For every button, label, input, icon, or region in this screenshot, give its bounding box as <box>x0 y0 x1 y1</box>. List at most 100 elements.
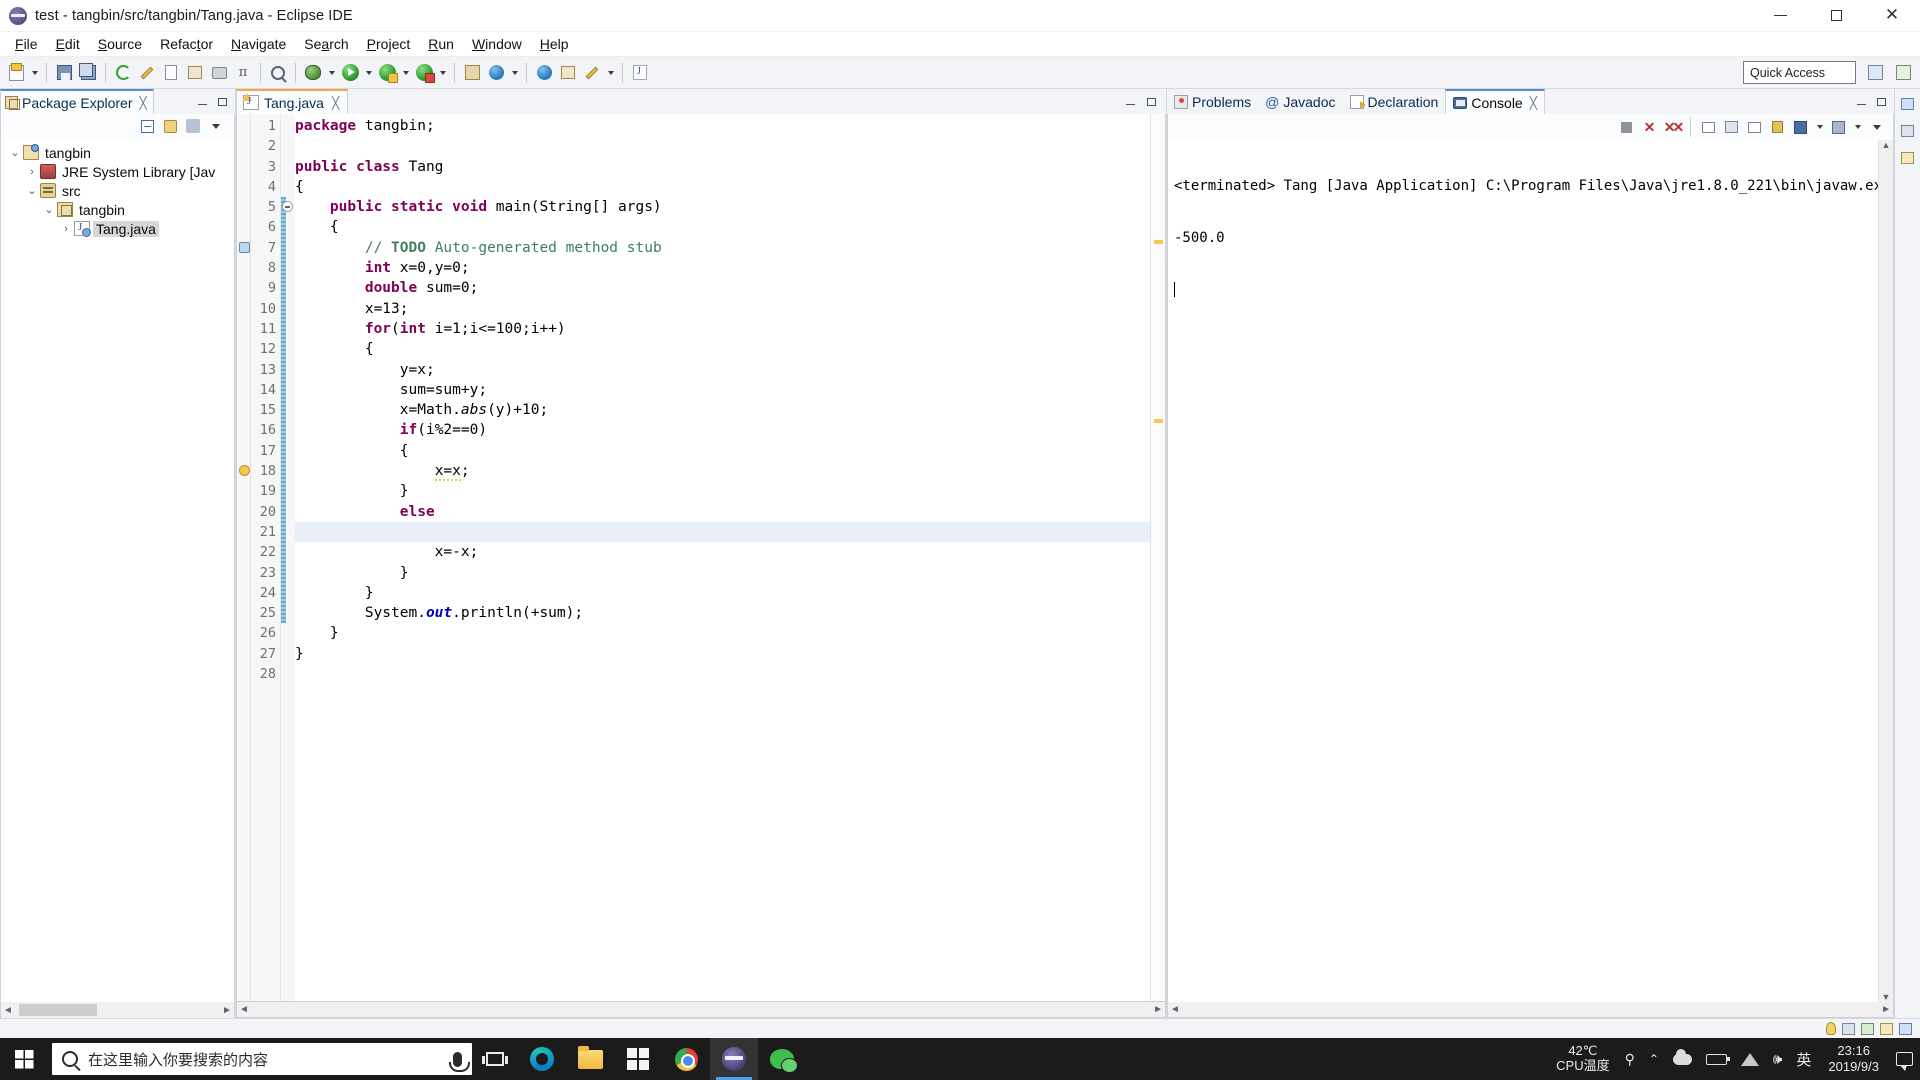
new-wizard-dropdown[interactable] <box>28 61 41 85</box>
code-line[interactable]: } <box>295 563 1150 583</box>
code-line[interactable]: { <box>295 339 1150 359</box>
skip-breakpoints-button[interactable] <box>266 61 290 85</box>
menu-search[interactable]: Search <box>295 34 357 54</box>
code-line[interactable]: } <box>295 644 1150 664</box>
code-line[interactable]: package tangbin; <box>295 116 1150 136</box>
code-line[interactable]: System.out.println(+sum); <box>295 603 1150 623</box>
chrome-taskbar-button[interactable] <box>662 1038 710 1080</box>
start-button[interactable] <box>0 1038 48 1080</box>
menu-navigate[interactable]: Navigate <box>222 34 295 54</box>
code-line[interactable]: { <box>295 177 1150 197</box>
console-scroll-up-icon[interactable]: ▲ <box>1882 140 1891 150</box>
display-selected-console-button[interactable] <box>1790 117 1811 138</box>
run-button[interactable] <box>338 61 362 85</box>
network-tray-button[interactable] <box>1734 1038 1766 1080</box>
save-all-button[interactable] <box>76 61 100 85</box>
code-line[interactable]: else <box>295 502 1150 522</box>
menu-help[interactable]: Help <box>531 34 578 54</box>
menu-project[interactable]: Project <box>358 34 420 54</box>
build-all-button[interactable] <box>111 61 135 85</box>
tab-javadoc[interactable]: @ Javadoc <box>1258 89 1342 114</box>
code-line[interactable]: x=13; <box>295 299 1150 319</box>
new-java-package-button[interactable] <box>484 61 508 85</box>
fold-collapse-icon[interactable] <box>282 201 293 213</box>
onedrive-tray-button[interactable] <box>1666 1038 1699 1080</box>
console-scroll-left-icon[interactable]: ◄ <box>1170 1004 1180 1015</box>
editor-folding-column[interactable] <box>281 114 295 1001</box>
console-view-menu-button[interactable] <box>1866 117 1887 138</box>
eclipse-taskbar-button[interactable] <box>710 1038 758 1080</box>
console-output[interactable]: <terminated> Tang [Java Application] C:\… <box>1167 140 1894 1002</box>
package-explorer-close-icon[interactable]: ╳ <box>140 96 147 110</box>
overview-warning-marker-2[interactable] <box>1154 419 1163 423</box>
search-button[interactable] <box>580 61 604 85</box>
console-text[interactable]: <terminated> Tang [Java Application] C:\… <box>1168 140 1878 1002</box>
package-explorer-menu-button[interactable] <box>183 116 203 136</box>
java-perspective-button[interactable] <box>1891 60 1916 85</box>
quick-fix-bulb-icon[interactable] <box>1826 1022 1836 1035</box>
tab-console[interactable]: Console ╳ <box>1445 89 1545 114</box>
code-line[interactable]: double sum=0; <box>295 278 1150 298</box>
task-list-button[interactable] <box>1897 147 1918 168</box>
package-explorer-minimize-button[interactable] <box>195 95 209 109</box>
search-dropdown[interactable] <box>604 61 617 85</box>
new-java-package-dropdown[interactable] <box>508 61 521 85</box>
microphone-icon[interactable] <box>449 1051 470 1072</box>
code-line[interactable]: { <box>295 217 1150 237</box>
chevron-down-icon[interactable]: ⌄ <box>41 203 57 216</box>
wechat-taskbar-button[interactable] <box>758 1038 806 1080</box>
remove-launch-button[interactable]: ✕ <box>1639 117 1660 138</box>
scroll-thumb[interactable] <box>19 1004 97 1016</box>
link-with-editor-button[interactable] <box>160 116 180 136</box>
code-line[interactable]: } <box>295 481 1150 501</box>
code-line[interactable] <box>295 664 1150 684</box>
show-hidden-icons-button[interactable]: ⌃ <box>1642 1038 1666 1080</box>
open-console-dropdown[interactable] <box>1851 115 1864 139</box>
console-vscrollbar[interactable]: ▲ ▼ <box>1878 140 1893 1002</box>
code-line[interactable]: x=x; <box>295 461 1150 482</box>
collapse-all-button[interactable] <box>137 116 157 136</box>
print-button[interactable] <box>207 61 231 85</box>
external-tools-dropdown[interactable] <box>399 61 412 85</box>
editor-scroll-right-icon[interactable]: ► <box>1153 1004 1163 1015</box>
console-minimize-button[interactable] <box>1854 95 1868 109</box>
menu-source[interactable]: Source <box>89 34 151 54</box>
menu-window[interactable]: Window <box>463 34 531 54</box>
tree-item-src[interactable]: ⌄ src <box>1 181 234 200</box>
taskbar-search-input[interactable]: 在这里输入你要搜索的内容 <box>52 1043 472 1075</box>
scroll-lock-button[interactable] <box>1721 117 1742 138</box>
clear-console-button[interactable] <box>1698 117 1719 138</box>
ime-tray-button[interactable]: 英 <box>1789 1038 1818 1080</box>
next-annotation-button[interactable] <box>628 61 652 85</box>
package-explorer-maximize-button[interactable] <box>215 95 229 109</box>
open-perspective-button[interactable] <box>1863 60 1888 85</box>
microsoft-store-taskbar-button[interactable] <box>614 1038 662 1080</box>
scroll-right-icon[interactable]: ► <box>220 1005 234 1016</box>
editor-scroll-left-icon[interactable]: ◄ <box>239 1004 249 1015</box>
terminate-button[interactable] <box>1616 117 1637 138</box>
code-line[interactable]: int x=0,y=0; <box>295 258 1150 278</box>
chevron-down-icon[interactable]: ⌄ <box>24 184 40 197</box>
word-wrap-button[interactable] <box>1744 117 1765 138</box>
chevron-down-icon[interactable]: ⌄ <box>7 146 23 159</box>
run-dropdown[interactable] <box>362 61 375 85</box>
editor-body[interactable]: 1 2 3 4 5 6 7 8 9 10 11 12 13 14 15 16 17 18 19 20 21 22 23 24 2… <box>236 114 1166 1002</box>
new-class-button[interactable] <box>532 61 556 85</box>
new-java-project-button[interactable] <box>460 61 484 85</box>
minimize-button[interactable] <box>1752 0 1808 32</box>
editor-marker-column[interactable] <box>237 114 251 1001</box>
scroll-left-icon[interactable]: ◄ <box>1 1005 15 1016</box>
open-type-button[interactable] <box>556 61 580 85</box>
menu-file[interactable]: File <box>6 34 47 54</box>
action-center-button[interactable] <box>1889 1038 1920 1080</box>
todo-task-marker-icon[interactable] <box>239 241 250 253</box>
edge-taskbar-button[interactable] <box>518 1038 566 1080</box>
console-hscrollbar[interactable]: ◄ ► <box>1167 1002 1894 1018</box>
code-line[interactable]: // TODO Auto-generated method stub <box>295 238 1150 258</box>
code-line[interactable]: if(i%2==0) <box>295 420 1150 440</box>
code-line[interactable]: sum=sum+y; <box>295 380 1150 400</box>
coverage-dropdown[interactable] <box>436 61 449 85</box>
outline-view-button[interactable] <box>1897 120 1918 141</box>
redo-button[interactable] <box>159 61 183 85</box>
code-line[interactable]: { <box>295 441 1150 461</box>
